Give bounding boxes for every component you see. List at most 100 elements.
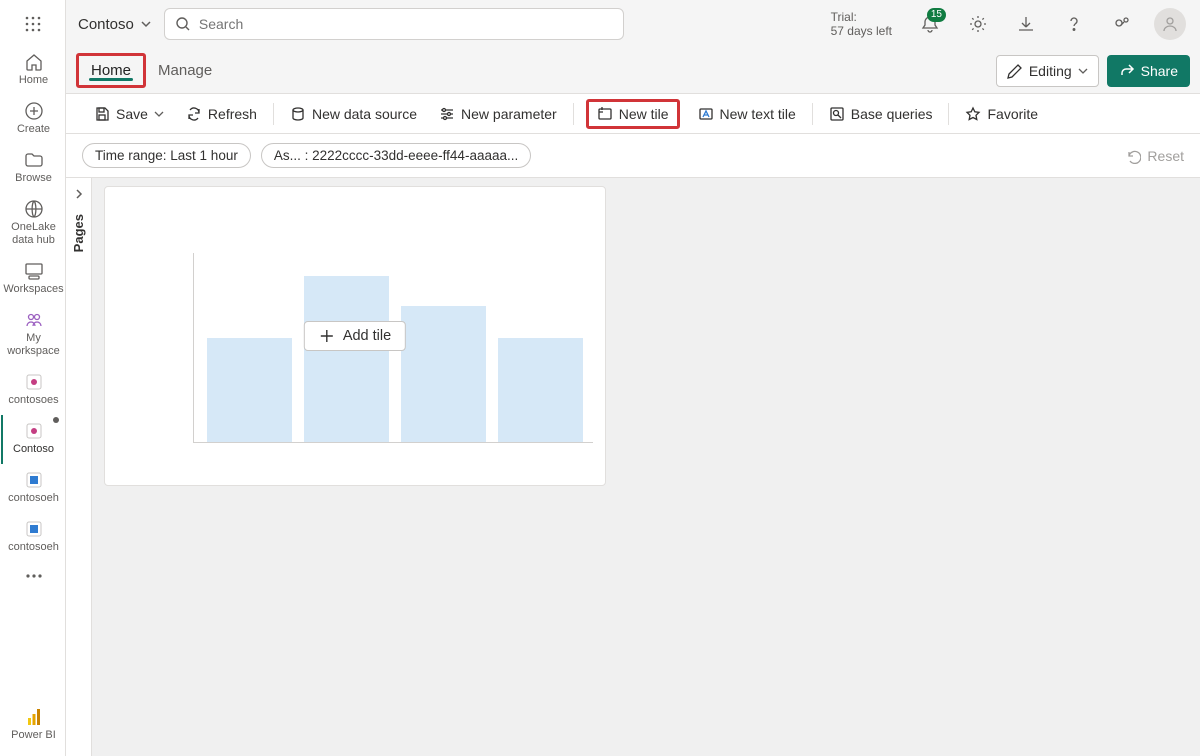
help-button[interactable] <box>1056 6 1092 42</box>
add-tile-label: Add tile <box>343 328 391 344</box>
rail-workspaces[interactable]: Workspaces <box>1 255 65 304</box>
plus-icon <box>319 328 335 344</box>
as-filter-pill[interactable]: As... : 2222cccc-33dd-eeee-ff44-aaaaa... <box>261 143 531 168</box>
text-tile-icon <box>698 106 714 122</box>
add-tile-button[interactable]: Add tile <box>304 321 406 351</box>
trial-line2: 57 days left <box>831 24 892 38</box>
workspace-item-icon <box>24 421 44 441</box>
search-box[interactable] <box>164 8 624 40</box>
rail-contosoes[interactable]: contosoes <box>1 366 65 415</box>
empty-tile-card[interactable]: Add tile <box>104 186 606 486</box>
favorite-button[interactable]: Favorite <box>961 102 1042 126</box>
share-icon <box>1119 63 1135 79</box>
rail-contosoeh1-label: contosoeh <box>8 492 59 505</box>
workspaces-icon <box>24 261 44 281</box>
rail-more[interactable] <box>1 566 65 590</box>
new-tile-label: New tile <box>619 106 669 122</box>
search-input[interactable] <box>199 16 613 32</box>
rail-power-bi[interactable]: Power BI <box>1 701 65 750</box>
power-bi-icon <box>24 707 44 727</box>
rail-home-label: Home <box>19 74 48 87</box>
tab-manage[interactable]: Manage <box>146 53 224 88</box>
rail-contoso-label: Contoso <box>13 443 54 456</box>
new-parameter-button[interactable]: New parameter <box>435 102 561 126</box>
reset-button[interactable]: Reset <box>1125 148 1184 164</box>
more-icon <box>24 572 44 580</box>
rail-create[interactable]: Create <box>1 95 65 144</box>
chart-bar <box>401 306 486 442</box>
person-icon <box>1161 15 1179 33</box>
people-icon <box>24 310 44 330</box>
rail-create-label: Create <box>17 123 50 136</box>
rail-my-workspace-label: My workspace <box>3 332 65 358</box>
queries-icon <box>829 106 845 122</box>
tab-home[interactable]: Home <box>76 53 146 88</box>
rail-onelake[interactable]: OneLake data hub <box>1 193 65 255</box>
rail-unsaved-badge <box>53 417 59 423</box>
parameter-icon <box>439 106 455 122</box>
account-button[interactable] <box>1152 6 1188 42</box>
trial-status: Trial: 57 days left <box>831 10 892 38</box>
new-data-source-label: New data source <box>312 106 417 122</box>
globe-icon <box>24 199 44 219</box>
rail-browse[interactable]: Browse <box>1 144 65 193</box>
database-icon <box>290 106 306 122</box>
rail-power-bi-label: Power BI <box>11 729 56 742</box>
save-label: Save <box>116 106 148 122</box>
workspace-title-dropdown[interactable]: Contoso <box>78 16 152 33</box>
new-text-tile-label: New text tile <box>720 106 796 122</box>
top-bar: Contoso Trial: 57 days left 15 <box>66 0 1200 48</box>
editing-mode-button[interactable]: Editing <box>996 55 1099 87</box>
chevron-down-icon <box>154 109 164 119</box>
rail-contosoes-label: contosoes <box>8 394 58 407</box>
chevron-down-icon <box>140 18 152 30</box>
pencil-icon <box>1007 63 1023 79</box>
app-launcher-button[interactable] <box>17 8 49 40</box>
favorite-label: Favorite <box>987 106 1038 122</box>
undo-icon <box>1125 148 1141 164</box>
waffle-icon <box>25 16 41 32</box>
save-button[interactable]: Save <box>90 102 168 126</box>
pages-label: Pages <box>71 214 86 252</box>
refresh-icon <box>186 106 202 122</box>
notifications-badge: 15 <box>927 8 946 22</box>
time-range-pill[interactable]: Time range: Last 1 hour <box>82 143 251 168</box>
main-area: Contoso Trial: 57 days left 15 <box>66 0 1200 756</box>
feedback-button[interactable] <box>1104 6 1140 42</box>
notifications-button[interactable]: 15 <box>912 6 948 42</box>
download-button[interactable] <box>1008 6 1044 42</box>
refresh-button[interactable]: Refresh <box>182 102 261 126</box>
chart-bar <box>498 338 583 442</box>
rail-contosoeh-1[interactable]: contosoeh <box>1 464 65 513</box>
rail-my-workspace[interactable]: My workspace <box>1 304 65 366</box>
chart-y-axis <box>193 253 194 443</box>
new-data-source-button[interactable]: New data source <box>286 102 421 126</box>
dashboard-canvas: Add tile <box>92 178 1200 756</box>
rail-contoso[interactable]: Contoso <box>1 415 65 464</box>
rail-home[interactable]: Home <box>1 46 65 95</box>
new-parameter-label: New parameter <box>461 106 557 122</box>
feedback-icon <box>1112 14 1132 34</box>
new-tile-button[interactable]: New tile <box>586 99 680 129</box>
editing-label: Editing <box>1029 63 1072 79</box>
settings-button[interactable] <box>960 6 996 42</box>
rail-contosoeh-2[interactable]: contosoeh <box>1 513 65 562</box>
folder-icon <box>24 150 44 170</box>
filter-row: Time range: Last 1 hour As... : 2222cccc… <box>66 134 1200 178</box>
search-icon <box>175 16 191 32</box>
workspace-title: Contoso <box>78 16 134 33</box>
home-icon <box>24 52 44 72</box>
toolbar: Save Refresh New data source New paramet… <box>66 94 1200 134</box>
canvas-area: Pages Add tile <box>66 178 1200 756</box>
workspace-item-icon <box>24 470 44 490</box>
reset-label: Reset <box>1147 148 1184 164</box>
pages-panel[interactable]: Pages <box>66 178 92 756</box>
share-button[interactable]: Share <box>1107 55 1190 87</box>
left-rail: Home Create Browse OneLake data hub Work… <box>0 0 66 756</box>
chart-bar <box>304 276 389 442</box>
base-queries-button[interactable]: Base queries <box>825 102 937 126</box>
workspace-item-icon <box>24 372 44 392</box>
rail-browse-label: Browse <box>15 172 52 185</box>
new-text-tile-button[interactable]: New text tile <box>694 102 800 126</box>
chevron-down-icon <box>1078 66 1088 76</box>
